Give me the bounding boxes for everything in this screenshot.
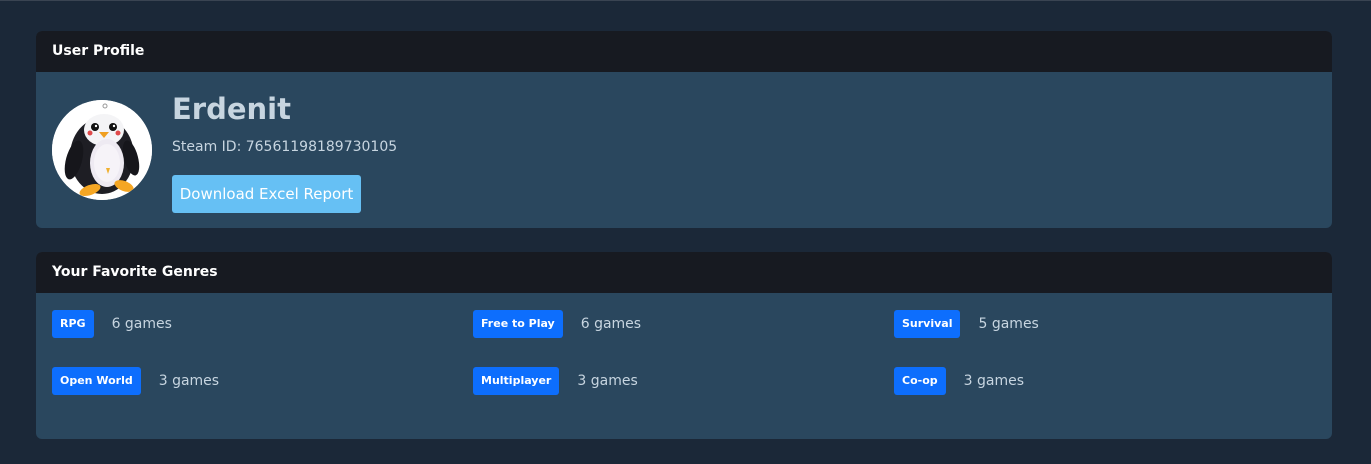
genre-item: Co-op 3 games [894,367,1024,395]
user-profile-header: User Profile [36,31,1332,72]
genre-badge: Multiplayer [473,367,560,395]
genre-item: Multiplayer 3 games [473,367,638,395]
genre-item: Open World 3 games [52,367,219,395]
favorite-genres-card: Your Favorite Genres RPG 6 games Free to… [36,252,1332,439]
download-excel-report-button[interactable]: Download Excel Report [172,175,361,213]
genre-badge: Open World [52,367,141,395]
genre-item: RPG 6 games [52,310,172,338]
genre-badge: Free to Play [473,310,563,338]
genre-item: Free to Play 6 games [473,310,641,338]
genre-count: 6 games [580,316,642,332]
steam-id: Steam ID: 76561198189730105 [172,139,398,155]
user-profile-card: User Profile Erdenit Steam ID: 765611981… [36,31,1332,228]
genre-badge: Survival [894,310,961,338]
genre-count: 6 games [111,316,172,332]
avatar [52,100,152,200]
genre-count: 3 games [963,373,1025,389]
genre-item: Survival 5 games [894,310,1039,338]
genre-count: 3 games [158,373,220,389]
penguin-avatar-icon [52,100,152,200]
genre-count: 3 games [577,373,638,389]
genre-badge: Co-op [894,367,946,395]
genre-count: 5 games [978,316,1039,332]
genre-badge: RPG [52,310,94,338]
username: Erdenit [172,92,291,126]
favorite-genres-header: Your Favorite Genres [36,252,1332,293]
